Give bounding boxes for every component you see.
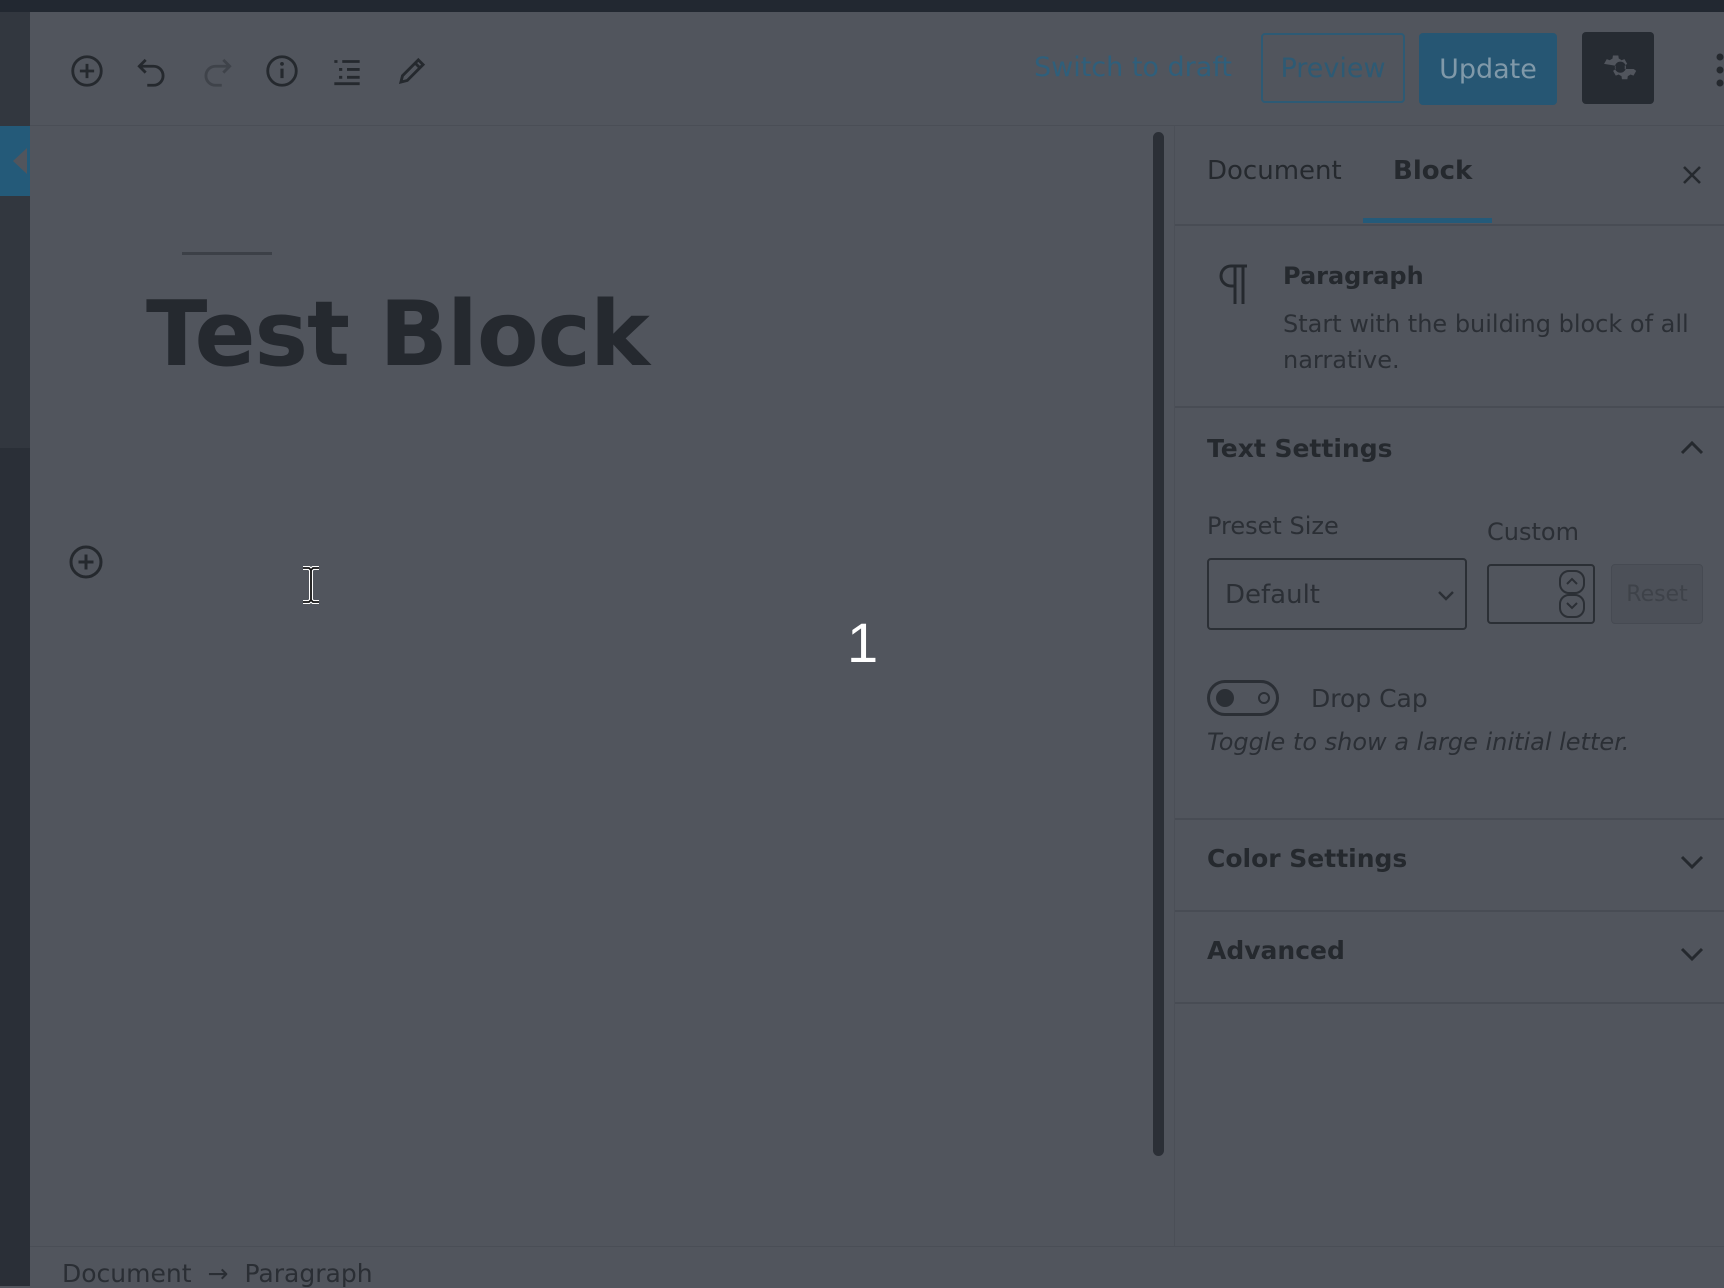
block-name: Paragraph xyxy=(1283,262,1424,290)
add-block-icon xyxy=(69,545,103,579)
breadcrumb: Document → Paragraph xyxy=(62,1259,373,1288)
step-marker: 1 xyxy=(847,611,879,674)
settings-sidebar: Document Block Paragraph Start with the … xyxy=(1174,126,1724,1246)
block-inserter-button[interactable] xyxy=(66,542,106,582)
preview-button[interactable]: Preview xyxy=(1261,33,1405,103)
undo-button[interactable] xyxy=(131,50,173,92)
settings-button[interactable] xyxy=(1582,32,1654,104)
tab-document[interactable]: Document xyxy=(1207,156,1342,186)
block-description: Start with the building block of all nar… xyxy=(1283,310,1689,374)
undo-icon xyxy=(137,58,165,87)
toggle-knob xyxy=(1216,689,1234,707)
title-separator xyxy=(182,252,272,255)
advanced-toggle[interactable]: Advanced xyxy=(1207,936,1345,965)
preset-size-label: Preset Size xyxy=(1207,512,1339,540)
color-settings-toggle[interactable]: Color Settings xyxy=(1207,844,1407,873)
text-cursor-icon xyxy=(300,566,322,604)
breadcrumb-separator: → xyxy=(207,1259,229,1288)
tools-button[interactable] xyxy=(391,50,433,92)
info-icon xyxy=(266,55,298,87)
block-card: Paragraph Start with the building block … xyxy=(1175,226,1724,408)
chevron-down-icon[interactable] xyxy=(1677,852,1707,872)
text-settings-panel: Text Settings Preset Size Custom Default… xyxy=(1175,408,1724,820)
drop-cap-help: Toggle to show a large initial letter. xyxy=(1207,728,1630,756)
edit-icon xyxy=(398,57,426,85)
chevron-down-icon xyxy=(1438,591,1454,601)
gear-icon xyxy=(1604,55,1637,80)
preset-size-value: Default xyxy=(1225,580,1320,610)
breadcrumb-paragraph[interactable]: Paragraph xyxy=(244,1259,372,1288)
preset-size-select[interactable]: Default xyxy=(1207,558,1467,630)
admin-menu xyxy=(0,12,30,448)
add-block-icon xyxy=(71,55,103,87)
color-settings-panel: Color Settings xyxy=(1175,820,1724,912)
drop-cap-toggle[interactable] xyxy=(1207,680,1279,716)
post-title[interactable]: Test Block xyxy=(146,290,650,380)
close-sidebar-button[interactable] xyxy=(1677,160,1707,190)
reset-button[interactable]: Reset xyxy=(1611,564,1703,624)
custom-size-input[interactable] xyxy=(1487,564,1595,624)
editor-footer: Document → Paragraph xyxy=(30,1246,1724,1288)
redo-icon xyxy=(204,58,232,87)
chevron-down-icon[interactable] xyxy=(1677,944,1707,964)
advanced-panel: Advanced xyxy=(1175,912,1724,1004)
active-tab-indicator xyxy=(1363,218,1492,223)
update-button[interactable]: Update xyxy=(1419,33,1557,105)
breadcrumb-document[interactable]: Document xyxy=(62,1259,192,1288)
switch-to-draft-button[interactable]: Switch to draft xyxy=(1034,54,1232,81)
drop-cap-label: Drop Cap xyxy=(1311,684,1428,713)
active-arrow-icon xyxy=(13,148,27,174)
tab-block[interactable]: Block xyxy=(1393,156,1472,186)
close-icon xyxy=(1683,166,1701,184)
increment-button[interactable] xyxy=(1559,570,1585,594)
more-vertical-icon xyxy=(1716,53,1724,87)
outline-button[interactable] xyxy=(326,50,368,92)
outline-icon xyxy=(334,60,360,86)
sidebar-tabs: Document Block xyxy=(1175,126,1724,226)
editor-scrollbar[interactable] xyxy=(1153,132,1164,1156)
chevron-up-icon xyxy=(1566,577,1578,585)
text-settings-toggle[interactable]: Text Settings xyxy=(1207,434,1392,463)
admin-sidebar xyxy=(0,12,30,1286)
decrement-button[interactable] xyxy=(1559,594,1585,618)
editor-header: Switch to draft Preview Update xyxy=(30,12,1724,126)
redo-button[interactable] xyxy=(196,50,238,92)
info-button[interactable] xyxy=(261,50,303,92)
top-strip xyxy=(0,0,1724,12)
chevron-up-icon[interactable] xyxy=(1677,438,1707,458)
toggle-off-indicator xyxy=(1258,692,1270,704)
add-block-button[interactable] xyxy=(66,50,108,92)
more-menu-button[interactable] xyxy=(1702,50,1724,90)
paragraph-icon xyxy=(1215,262,1251,308)
custom-size-label: Custom xyxy=(1487,518,1579,546)
chevron-down-icon xyxy=(1566,602,1578,610)
